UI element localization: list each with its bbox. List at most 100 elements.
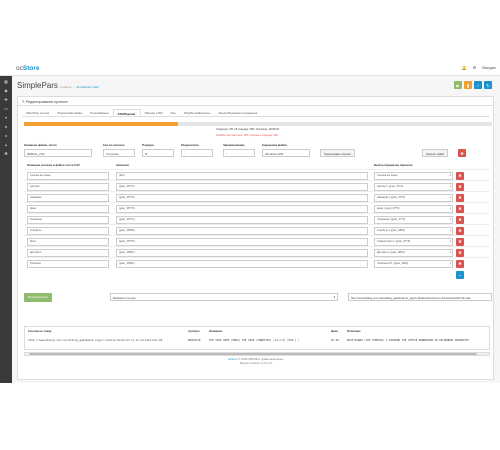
csv-column-name[interactable]: Название — [27, 193, 109, 202]
sidebar: ▦ ◆ ✚ ▭ ▾ ● ◂ ▴ ✱ — [0, 76, 12, 383]
footer-link[interactable]: ocStore — [228, 357, 238, 361]
chevron-down-icon: ▾ — [449, 250, 451, 254]
mapping-col1-header: Название колонки в файле листа CSV — [27, 163, 80, 167]
logo[interactable]: ocStore — [16, 65, 40, 72]
table-row: Фото {gran_35776} Главное фото | {gran_3… — [24, 235, 490, 246]
delete-row-button[interactable]: ✖ — [456, 226, 464, 235]
shield-input[interactable]: " — [223, 149, 255, 157]
chevron-down-icon: ▾ — [333, 295, 335, 299]
tags-icon[interactable]: ◆ — [0, 87, 12, 94]
add-row-button[interactable]: + — [456, 271, 464, 279]
top-navbar: ocStore 🔔 ⚙ Валдис — [0, 61, 500, 76]
shield-label: Экранирование — [223, 143, 245, 147]
parse-param-select[interactable]: Описание | {gran_3771} ▾ — [374, 215, 453, 224]
csv-column-value[interactable]: {gran_35862} — [116, 259, 368, 268]
preview-col-name: Название — [209, 329, 223, 333]
tab-csv[interactable]: CSV/Парсинг — [112, 109, 141, 116]
preview-col-desc: Описание — [347, 329, 361, 333]
delete-row-button[interactable]: ✖ — [456, 171, 464, 180]
delete-row-button[interactable]: ✖ — [456, 193, 464, 202]
delete-row-button[interactable]: ✖ — [456, 248, 464, 257]
csv-column-name[interactable]: Цена — [27, 204, 109, 213]
play-button[interactable]: ▶ — [454, 81, 462, 89]
delete-file-button[interactable]: ✖ — [458, 149, 466, 157]
tab-filters[interactable]: Обработка/Фильтры — [180, 109, 214, 116]
parse-param-select[interactable]: Артикул | {gran_3774} ▾ — [374, 182, 453, 191]
chevron-down-icon: ▾ — [449, 239, 451, 243]
save-button[interactable]: ✓ — [474, 81, 482, 89]
parse-param-select[interactable]: Ссылка на товар ▾ — [374, 171, 453, 180]
user-menu[interactable]: Валдис — [482, 65, 496, 70]
recreate-links-button[interactable]: Пересоздать ссылки — [320, 149, 355, 157]
download-file-button[interactable]: Скачать файл — [422, 149, 449, 157]
tab-url[interactable]: URL/Сбор ссылок — [22, 109, 53, 116]
cart-icon[interactable]: ▾ — [0, 114, 12, 121]
chevron-down-icon: ▾ — [449, 173, 451, 177]
footer: ocStore © 2009-2020 Все права защищены. … — [12, 357, 500, 365]
link-url-field[interactable]: http://newcatalog.com.ua/catalog_gadamam… — [348, 293, 492, 301]
breadcrumb-current[interactable]: SimplePars Start — [76, 85, 99, 89]
csv-column-value[interactable]: {gran_35775} — [116, 193, 368, 202]
csv-column-name[interactable]: Описание — [27, 215, 109, 224]
preview-sku-value: M0000238 — [188, 339, 201, 342]
puzzle-icon[interactable]: ✚ — [0, 96, 12, 103]
csv-column-name[interactable]: Доп.фото — [27, 248, 109, 257]
pause-button[interactable]: ❚ — [464, 81, 472, 89]
csv-column-value[interactable]: {gran_35770} — [116, 204, 368, 213]
gear-icon[interactable]: ✱ — [0, 150, 12, 157]
tab-parsing-settings[interactable]: Парсинг/Настройки — [53, 109, 86, 116]
table-row: Ссылка на товар {link} Ссылка на товар ▾ … — [24, 169, 490, 180]
csv-column-value[interactable]: {gran_35774} — [116, 182, 368, 191]
dashboard-icon[interactable]: ▦ — [0, 78, 12, 85]
reload-button[interactable]: ↻ — [484, 81, 492, 89]
chart-icon[interactable]: ▴ — [0, 141, 12, 148]
preview-button[interactable]: Предпросмотр — [24, 293, 53, 302]
link-select[interactable]: Выберите ссылку ▾ — [110, 293, 338, 301]
panel-title: ✎ Редактирование проекта — [18, 97, 493, 106]
settings-icon[interactable]: ⚙ — [473, 65, 477, 70]
csv-column-name[interactable]: Фото — [27, 237, 109, 246]
bell-icon[interactable]: 🔔 — [462, 65, 467, 70]
csv-column-name[interactable]: Артикул — [27, 182, 109, 191]
tab-cache[interactable]: Кэш — [167, 109, 180, 116]
delete-row-button[interactable]: ✖ — [456, 204, 464, 213]
horizontal-scrollbar[interactable] — [24, 352, 490, 356]
user-icon[interactable]: ● — [0, 123, 12, 130]
csv-name-input[interactable]: DEMAIL_CSV — [24, 149, 92, 157]
tab-parsing-store[interactable]: Парсинг в ИМ — [141, 109, 167, 116]
parse-param-select[interactable]: Главное фото | {gran_3776} ▾ — [374, 237, 453, 246]
preview-name-value: ТНЕ 2000 НОМЕ (НИКО) ТНЕ 2000 (ЭЛДЕКТРО)… — [209, 339, 300, 342]
parse-param-select[interactable]: Хлебные КП | {gran_3862} ▾ — [374, 259, 453, 268]
order-input[interactable]: Я — [142, 149, 174, 157]
columns-select[interactable]: 3 колонки — [103, 149, 135, 157]
encoding-select[interactable]: Windows-1251 — [262, 149, 310, 157]
page-title: SimplePars — [17, 81, 58, 90]
parse-param-select[interactable]: Цена | {gran_3770} ▾ — [374, 204, 453, 213]
delete-row-button[interactable]: ✖ — [456, 215, 464, 224]
csv-column-value[interactable]: {gran_35865} — [116, 226, 368, 235]
desktop-icon[interactable]: ▭ — [0, 105, 12, 112]
mapping-col2-header: Значение — [116, 163, 130, 167]
chevron-down-icon: ▾ — [449, 206, 451, 210]
csv-column-value[interactable]: {gran_35776} — [116, 237, 368, 246]
delete-row-button[interactable]: ✖ — [456, 237, 464, 246]
tab-save-check[interactable]: Запись/Проверка Сохранения — [214, 109, 261, 116]
csv-column-name[interactable]: Атрибуты — [27, 226, 109, 235]
csv-column-name[interactable]: Ссылка на товар — [27, 171, 109, 180]
share-icon[interactable]: ◂ — [0, 132, 12, 139]
tab-search-replace[interactable]: Поиск/Замена — [86, 109, 112, 116]
delimiter-input[interactable]: ; — [181, 149, 213, 157]
parse-param-select[interactable]: Атрибуты | {gran_3865} ▾ — [374, 226, 453, 235]
delete-row-button[interactable]: ✖ — [456, 182, 464, 191]
parse-param-select[interactable]: Название | {gran_3775} ▾ — [374, 193, 453, 202]
breadcrumb-home[interactable]: Главная — [60, 85, 71, 89]
parse-param-select[interactable]: Доп.фото | {gran_3861} ▾ — [374, 248, 453, 257]
delete-row-button[interactable]: ✖ — [456, 259, 464, 268]
csv-column-name[interactable]: Хлебные — [27, 259, 109, 268]
chevron-down-icon: ▾ — [449, 184, 451, 188]
chevron-down-icon: ▾ — [449, 217, 451, 221]
csv-column-value[interactable]: {gran_35861} — [116, 248, 368, 257]
csv-column-value[interactable]: {gran_35771} — [116, 215, 368, 224]
csv-column-value[interactable]: {link} — [116, 171, 368, 180]
scrollbar-thumb[interactable] — [29, 353, 477, 355]
